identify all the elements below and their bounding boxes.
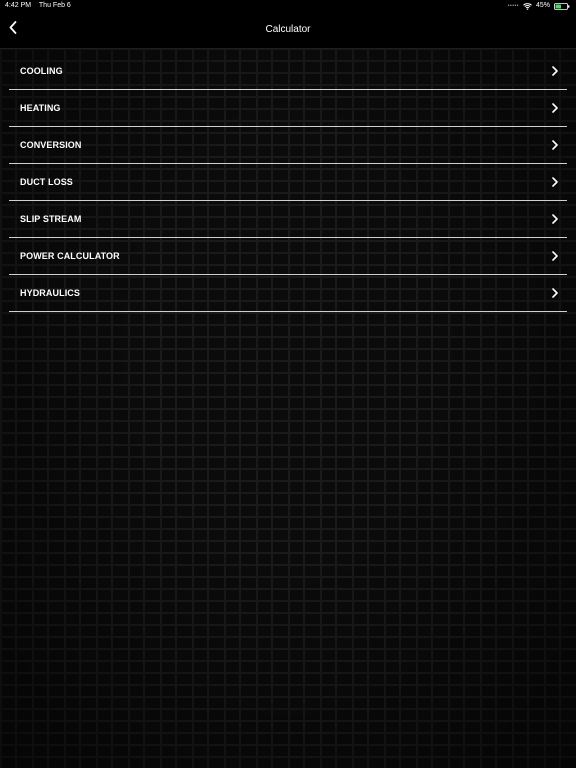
menu-item-label: CONVERSION bbox=[20, 140, 82, 150]
status-bar: 4:42 PM Thu Feb 6 ••••• 45% bbox=[0, 0, 576, 12]
chevron-right-icon bbox=[551, 177, 559, 187]
menu-item-label: HYDRAULICS bbox=[20, 288, 81, 298]
menu-item-slip-stream[interactable]: SLIP STREAM bbox=[9, 201, 567, 238]
chevron-right-icon bbox=[551, 103, 559, 113]
menu-item-label: SLIP STREAM bbox=[20, 214, 82, 224]
menu-item-label: HEATING bbox=[20, 103, 61, 113]
menu-item-label: COOLING bbox=[20, 66, 63, 76]
menu-item-cooling[interactable]: COOLING bbox=[9, 53, 567, 90]
battery-icon bbox=[554, 2, 570, 10]
signal-icon: ••••• bbox=[507, 3, 519, 9]
menu-item-hydraulics[interactable]: HYDRAULICS bbox=[9, 275, 567, 312]
menu-item-conversion[interactable]: CONVERSION bbox=[9, 127, 567, 164]
chevron-right-icon bbox=[551, 66, 559, 76]
menu-item-label: POWER CALCULATOR bbox=[20, 251, 120, 261]
wifi-icon bbox=[523, 2, 532, 10]
chevron-right-icon bbox=[551, 251, 559, 261]
battery-percent: 45% bbox=[535, 2, 550, 9]
status-time: 4:42 PM bbox=[5, 2, 32, 9]
status-right: ••••• 45% bbox=[508, 0, 570, 12]
chevron-right-icon bbox=[551, 288, 559, 298]
menu-item-duct-loss[interactable]: DUCT LOSS bbox=[9, 164, 567, 201]
page-title: Calculator bbox=[265, 24, 311, 35]
menu-item-label: DUCT LOSS bbox=[20, 177, 73, 187]
chevron-right-icon bbox=[551, 140, 559, 150]
status-left: 4:42 PM Thu Feb 6 bbox=[5, 0, 77, 12]
chevron-right-icon bbox=[551, 214, 559, 224]
calculator-menu-list: COOLING HEATING CONVERSION DUCT LOSS SLI… bbox=[9, 53, 567, 312]
menu-item-heating[interactable]: HEATING bbox=[9, 90, 567, 127]
status-date: Thu Feb 6 bbox=[38, 2, 71, 9]
app-screen: 4:42 PM Thu Feb 6 ••••• 45% Calculator C… bbox=[0, 0, 576, 768]
menu-item-power-calculator[interactable]: POWER CALCULATOR bbox=[9, 238, 567, 275]
navigation-bar: Calculator bbox=[0, 12, 576, 49]
